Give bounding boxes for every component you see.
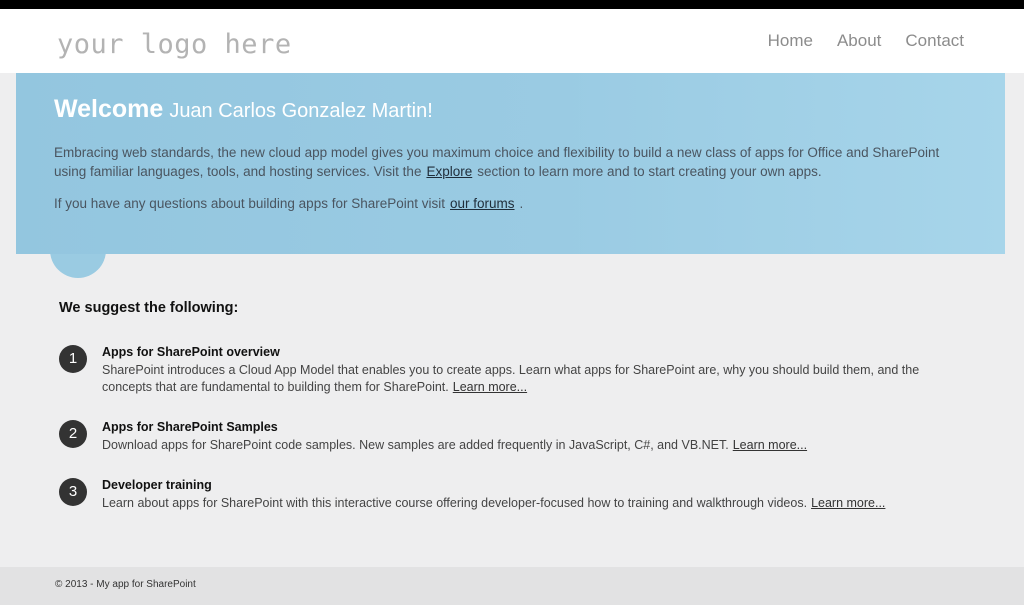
forums-text-end: .	[519, 196, 524, 211]
step-number-badge: 2	[59, 420, 87, 448]
forums-text-start: If you have any questions about building…	[54, 196, 445, 211]
suggestion-description: Download apps for SharePoint code sample…	[102, 437, 952, 454]
forums-paragraph: If you have any questions about building…	[54, 194, 954, 213]
step-number-badge: 1	[59, 345, 87, 373]
nav-home-link[interactable]: Home	[768, 31, 813, 51]
suggestion-text: Download apps for SharePoint code sample…	[102, 438, 729, 452]
main-nav: Home About Contact	[768, 31, 964, 51]
learn-more-link[interactable]: Learn more...	[733, 438, 807, 452]
intro-paragraph: Embracing web standards, the new cloud a…	[54, 143, 954, 181]
site-header: your logo here Home About Contact	[0, 9, 1024, 73]
suggestion-description: SharePoint introduces a Cloud App Model …	[102, 362, 952, 396]
explore-link[interactable]: Explore	[426, 164, 472, 179]
learn-more-link[interactable]: Learn more...	[453, 380, 527, 394]
welcome-banner: Welcome Juan Carlos Gonzalez Martin! Embr…	[16, 73, 1005, 254]
learn-more-link[interactable]: Learn more...	[811, 496, 885, 510]
forums-link[interactable]: our forums	[450, 196, 515, 211]
suggestion-title: Apps for SharePoint Samples	[102, 420, 278, 434]
copyright-text: © 2013 - My app for SharePoint	[55, 579, 196, 590]
suggestion-title: Apps for SharePoint overview	[102, 345, 280, 359]
suggestion-description: Learn about apps for SharePoint with thi…	[102, 495, 952, 512]
welcome-word: Welcome	[54, 95, 164, 123]
suggestion-text: Learn about apps for SharePoint with thi…	[102, 496, 808, 510]
top-black-bar	[0, 0, 1024, 9]
suggestions-heading: We suggest the following:	[59, 300, 239, 316]
nav-contact-link[interactable]: Contact	[905, 31, 964, 51]
suggestion-title: Developer training	[102, 478, 212, 492]
user-name: Juan Carlos Gonzalez Martin!	[169, 100, 433, 122]
intro-text-end: section to learn more and to start creat…	[477, 164, 822, 179]
site-logo[interactable]: your logo here	[57, 29, 292, 60]
welcome-heading: Welcome Juan Carlos Gonzalez Martin!	[54, 95, 433, 124]
step-number-badge: 3	[59, 478, 87, 506]
nav-about-link[interactable]: About	[837, 31, 881, 51]
site-footer: © 2013 - My app for SharePoint	[0, 567, 1024, 605]
